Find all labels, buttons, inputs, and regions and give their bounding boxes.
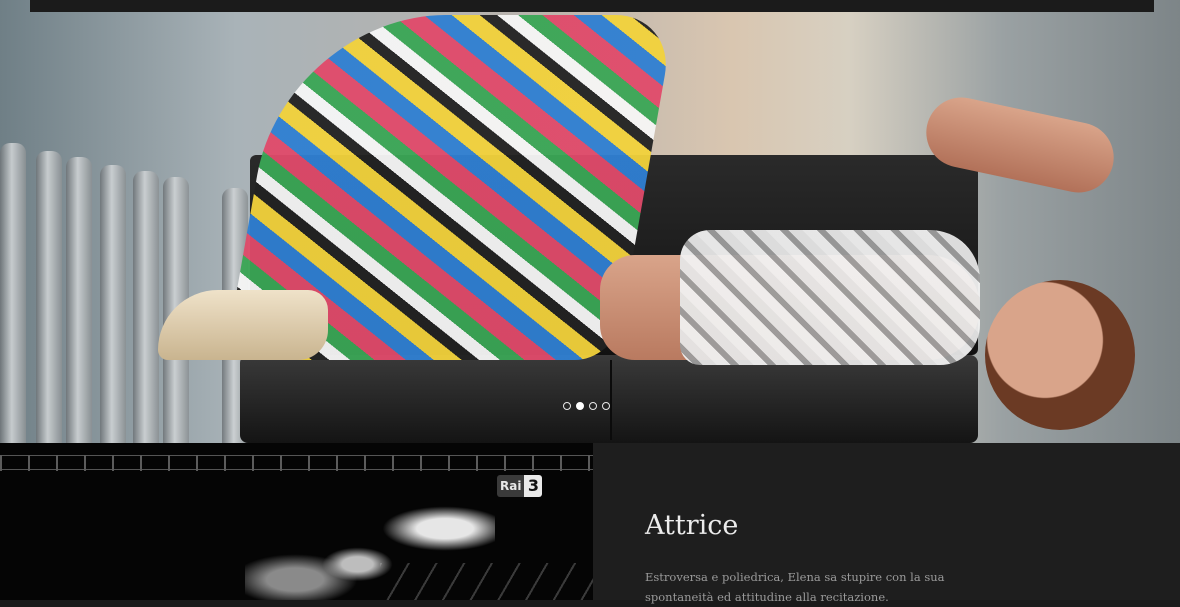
section-title: Attrice: [645, 510, 739, 541]
stage-truss: [0, 455, 593, 471]
rai3-logo: Rai 3: [497, 475, 543, 497]
model-top: [680, 230, 980, 365]
slider-dot-2[interactable]: [576, 402, 584, 410]
model-high-heel: [158, 290, 328, 360]
model-head: [985, 280, 1135, 430]
slider-dot-4[interactable]: [602, 402, 610, 410]
slider-dot-1[interactable]: [563, 402, 571, 410]
section-description: Estroversa e poliedrica, Elena sa stupir…: [645, 570, 945, 604]
video-thumbnail[interactable]: Rai 3: [0, 443, 593, 600]
slider-dot-3[interactable]: [589, 402, 597, 410]
top-navigation-bar: [30, 0, 1154, 12]
hero-slider: [0, 0, 1180, 443]
rai-logo-number: 3: [524, 475, 543, 497]
rai-logo-text: Rai: [497, 475, 525, 497]
slider-pagination: [563, 402, 610, 410]
dancer-image: [245, 498, 495, 600]
info-panel: Attrice Estroversa e poliedrica, Elena s…: [593, 443, 1180, 604]
